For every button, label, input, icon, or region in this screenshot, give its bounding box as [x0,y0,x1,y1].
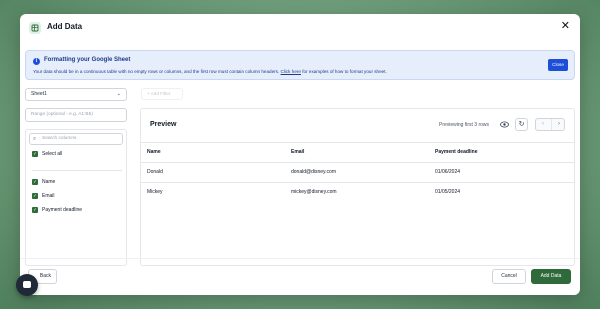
preview-panel: Preview Previewing first 3 rows ↻ ‹ › Na… [140,108,575,266]
cancel-button[interactable]: Cancel [492,269,526,284]
table-cell: 01/05/2024 [435,189,461,195]
sheet-select-value: Sheet1 [31,91,47,97]
modal-header: Add Data ✕ [20,14,580,44]
pagination: ‹ › [535,118,565,131]
table-cell: 01/06/2024 [435,169,461,175]
checkbox-checked-icon: ✓ [32,192,38,199]
checkbox-checked-icon: ✓ [32,150,38,157]
table-row: Mickey mickey@disney.com 01/05/2024 [141,182,574,202]
checkbox-checked-icon: ✓ [32,178,38,185]
banner-close-button[interactable]: Close [548,59,568,71]
sheet-icon [29,22,41,34]
search-icon: ⌕ [33,136,37,142]
select-all-checkbox[interactable]: ✓ Select all [32,150,62,158]
banner-text-after: for examples of how to format your sheet… [302,69,387,74]
table-cell: mickey@disney.com [291,189,337,195]
add-filter-button[interactable]: + Add Filter [141,88,183,100]
column-header: Email [291,149,305,155]
banner-text: Your data should be in a continuous tabl… [33,69,387,74]
refresh-icon: ↻ [518,121,525,128]
modal-title: Add Data [47,22,83,31]
column-selector-panel: Sheet1 ⌄ Range (optional - e.g. A1:B5) ⌕… [25,88,127,266]
add-data-button[interactable]: Add Data [531,269,571,284]
banner-title: Formatting your Google Sheet [44,57,131,63]
prev-page-button[interactable]: ‹ [536,119,550,130]
column-label: Email [42,193,55,199]
preview-count: Previewing first 3 rows [439,122,490,128]
checkbox-checked-icon: ✓ [32,206,38,213]
modal-footer: Back Cancel Add Data [20,258,580,295]
info-icon: i [33,58,40,65]
format-info-banner: i Formatting your Google Sheet Your data… [25,50,575,80]
column-label: Payment deadline [42,207,83,213]
sheet-select[interactable]: Sheet1 ⌄ [25,88,127,101]
column-label: Name [42,179,56,185]
search-columns-placeholder: Search columns [42,136,77,141]
range-input[interactable]: Range (optional - e.g. A1:B5) [25,108,127,122]
banner-text-before: Your data should be in a continuous tabl… [33,69,280,74]
column-checkbox-payment-deadline[interactable]: ✓ Payment deadline [32,206,82,214]
table-header-row: Name Email Payment deadline [141,142,574,162]
column-checkbox-email[interactable]: ✓ Email [32,192,55,200]
preview-title: Preview [150,121,177,128]
chat-icon [23,281,31,288]
divider [32,170,122,171]
table-cell: Donald [147,169,163,175]
chevron-down-icon: ⌄ [116,91,121,97]
column-checkbox-name[interactable]: ✓ Name [32,178,55,186]
chat-launcher-button[interactable] [16,274,38,296]
columns-list: ⌕ Search columns ✓ Select all ✓ Name ✓ Emai… [25,129,127,266]
search-columns-input[interactable]: ⌕ Search columns [29,133,123,145]
table-cell: donald@disney.com [291,169,337,175]
table-cell: Mickey [147,189,163,195]
column-header: Name [147,149,161,155]
select-all-label: Select all [42,151,63,157]
banner-help-link[interactable]: Click here [281,69,301,74]
column-header: Payment deadline [435,149,478,155]
close-icon[interactable]: ✕ [561,20,570,32]
eye-icon[interactable] [500,121,509,128]
next-page-button[interactable]: › [551,119,566,130]
refresh-button[interactable]: ↻ [515,118,528,131]
add-data-modal: Add Data ✕ i Formatting your Google Shee… [20,14,580,295]
table-row: Donald donald@disney.com 01/06/2024 [141,162,574,182]
